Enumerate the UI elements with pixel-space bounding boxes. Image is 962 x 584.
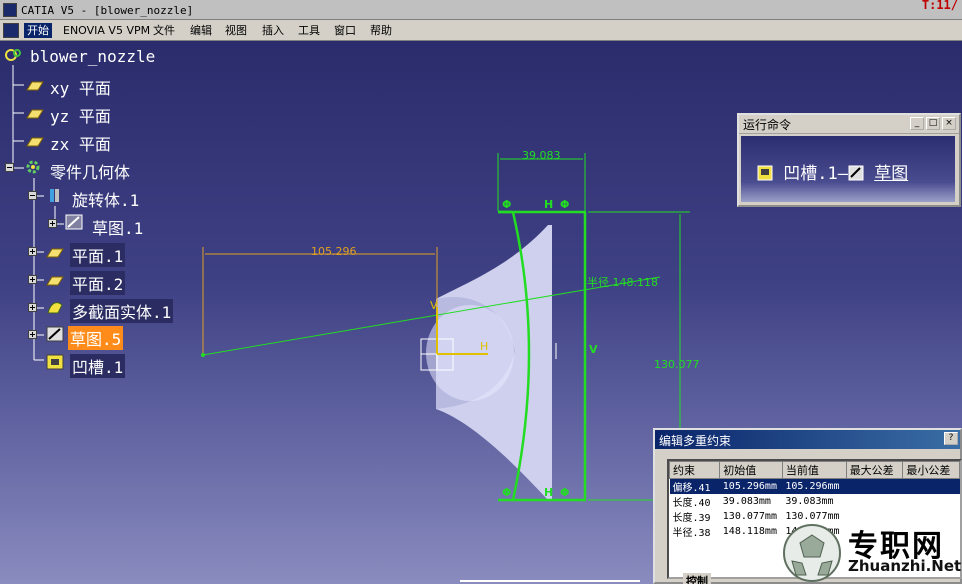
tree-node-zx[interactable]: zx 平面 [50, 131, 111, 155]
menu-start[interactable]: 开始 [24, 23, 52, 38]
svg-text:H: H [480, 340, 488, 353]
watermark-ball-icon [783, 524, 841, 582]
menu-edit[interactable]: 编辑 [187, 23, 215, 38]
dim-right-value[interactable]: 130.077 [654, 358, 700, 371]
gear-icon[interactable] [24, 159, 42, 175]
menu-window[interactable]: 窗口 [331, 23, 359, 38]
part-icon[interactable] [4, 47, 22, 63]
pocket-icon [757, 165, 773, 181]
catia-app-icon [3, 3, 17, 17]
svg-text:Φ: Φ [560, 198, 569, 211]
svg-text:Φ: Φ [502, 486, 511, 499]
watermark-url: Zhuanzhi.Net [848, 557, 962, 575]
sketch-icon [848, 165, 864, 181]
maximize-button[interactable]: □ [926, 117, 940, 130]
tree-node-sketch5[interactable]: 草图.5 [68, 326, 124, 350]
sketch-icon[interactable] [65, 214, 83, 230]
tree-node-multisection[interactable]: 多截面实体.1 [70, 299, 174, 323]
run-command-body: 凹槽.1— 草图 [741, 136, 955, 202]
expand-toggle[interactable] [28, 247, 37, 256]
svg-text:V: V [430, 299, 438, 312]
sketch-icon[interactable] [46, 326, 64, 342]
3d-workspace[interactable]: 39.083 130.077 半径 148.118 105.296 H V Φ … [0, 41, 962, 584]
table-row[interactable]: 偏移.41 105.296mm 105.296mm [669, 478, 960, 494]
expand-toggle[interactable] [28, 303, 37, 312]
tree-node-plane1[interactable]: 平面.1 [70, 243, 126, 267]
menu-help[interactable]: 帮助 [367, 23, 395, 38]
tree-node-yz[interactable]: yz 平面 [50, 103, 111, 127]
plane-icon[interactable] [46, 245, 64, 261]
col-min-tol[interactable]: 最小公差 [902, 461, 960, 479]
tree-node-pocket[interactable]: 凹槽.1 [70, 354, 126, 378]
tree-node-sketch1[interactable]: 草图.1 [92, 215, 143, 239]
close-button[interactable]: × [942, 117, 956, 130]
svg-text:H: H [544, 198, 553, 211]
tree-node-plane2[interactable]: 平面.2 [70, 271, 126, 295]
tree-node-revolve[interactable]: 旋转体.1 [72, 187, 139, 211]
expand-toggle[interactable] [28, 275, 37, 284]
expand-toggle[interactable] [48, 219, 57, 228]
command-sketch[interactable]: 草图 [874, 164, 908, 184]
dialog-titlebar[interactable]: 编辑多重约束 [655, 430, 960, 449]
dim-left-value[interactable]: 105.296 [311, 245, 357, 258]
col-initial[interactable]: 初始值 [719, 461, 783, 479]
run-command-panel: 运行命令 _ □ × 凹槽.1— 草图 [737, 113, 961, 207]
menu-tools[interactable]: 工具 [295, 23, 323, 38]
col-constraint[interactable]: 约束 [669, 461, 721, 479]
menu-file[interactable]: 文件 [150, 23, 178, 38]
expand-toggle[interactable] [28, 330, 37, 339]
pocket-icon[interactable] [46, 354, 64, 370]
plane-icon[interactable] [46, 273, 64, 289]
revolve-icon[interactable] [46, 187, 64, 203]
svg-text:V: V [589, 343, 598, 356]
tree-node-xy[interactable]: xy 平面 [50, 75, 111, 99]
collapse-toggle[interactable] [5, 163, 14, 172]
menu-view[interactable]: 视图 [222, 23, 250, 38]
col-max-tol[interactable]: 最大公差 [845, 461, 904, 479]
menu-enovia[interactable]: ENOVIA V5 VPM [60, 23, 153, 38]
window-titlebar: CATIA V5 - [blower_nozzle] T:11/ [0, 0, 962, 20]
tree-node-body[interactable]: 零件几何体 [50, 159, 130, 183]
window-title: CATIA V5 - [blower_nozzle] [21, 4, 194, 17]
svg-text:H: H [544, 486, 553, 499]
tree-root-label[interactable]: blower_nozzle [30, 47, 155, 66]
svg-text:Φ: Φ [560, 486, 569, 499]
dim-radius-value[interactable]: 半径 148.118 [587, 275, 658, 289]
plane-icon[interactable] [26, 134, 44, 150]
table-row[interactable]: 长度.40 39.083mm 39.083mm [670, 494, 960, 509]
status-indicator: T:11/ [921, 0, 958, 12]
watermark: 专职网 Zhuanzhi.Net [780, 521, 962, 584]
svg-text:Φ: Φ [502, 198, 511, 211]
plane-icon[interactable] [26, 106, 44, 122]
help-button[interactable]: ? [944, 432, 958, 445]
document-menu-icon[interactable] [3, 23, 19, 38]
menu-insert[interactable]: 插入 [259, 23, 287, 38]
multisection-icon[interactable] [46, 299, 64, 315]
specification-tree: blower_nozzle xy 平面 yz 平面 zx 平面 零件几何体 旋转… [0, 41, 230, 381]
dim-top-value[interactable]: 39.083 [522, 149, 561, 162]
col-current[interactable]: 当前值 [781, 461, 847, 479]
command-chain: 凹槽.1— 草图 [757, 159, 908, 184]
plane-icon[interactable] [26, 78, 44, 94]
menu-bar: 开始 ENOVIA V5 VPM 文件 编辑 视图 插入 工具 窗口 帮助 [0, 20, 962, 41]
command-pocket[interactable]: 凹槽.1 [783, 164, 837, 184]
minimize-button[interactable]: _ [910, 117, 924, 130]
collapse-toggle[interactable] [28, 191, 37, 200]
control-group-label: 控制 [683, 573, 711, 584]
